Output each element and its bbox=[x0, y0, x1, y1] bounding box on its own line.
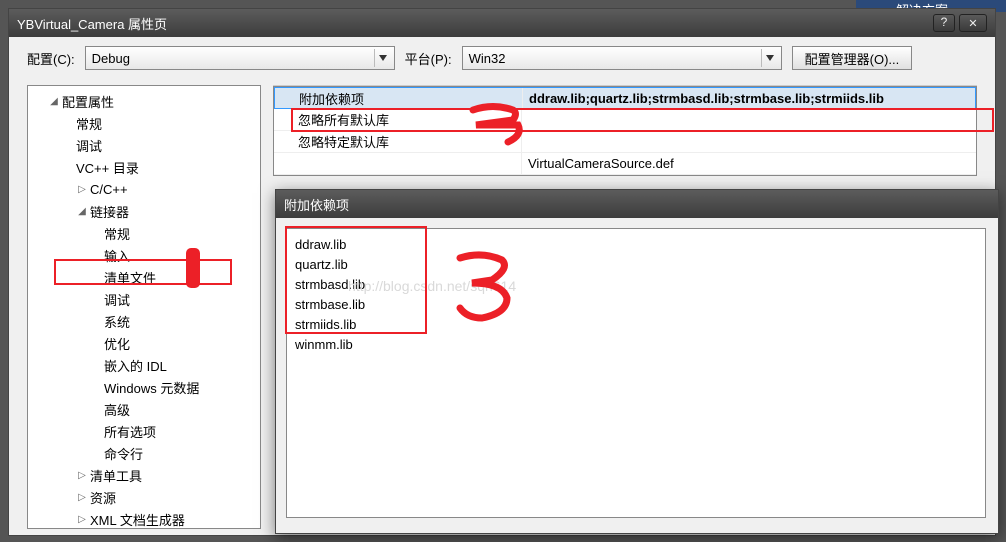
config-combo[interactable]: Debug bbox=[85, 46, 395, 70]
prop-name: 附加依赖项 bbox=[275, 88, 523, 108]
deps-listbox[interactable]: ddraw.lib quartz.lib strmbasd.lib strmba… bbox=[286, 228, 986, 518]
popup-body: ddraw.lib quartz.lib strmbasd.lib strmba… bbox=[276, 218, 998, 528]
collapse-icon: ◢ bbox=[76, 206, 88, 217]
list-item[interactable]: winmm.lib bbox=[295, 335, 977, 355]
list-item[interactable]: strmiids.lib bbox=[295, 315, 977, 335]
tree-item[interactable]: 调试 bbox=[28, 134, 260, 156]
prop-row[interactable]: 忽略所有默认库 bbox=[274, 109, 976, 131]
window-title: YBVirtual_Camera 属性页 bbox=[17, 14, 933, 33]
tree-item[interactable]: 常规 bbox=[28, 112, 260, 134]
expand-icon: ▷ bbox=[76, 492, 88, 503]
prop-row-additional-deps[interactable]: 附加依赖项 ddraw.lib;quartz.lib;strmbasd.lib;… bbox=[274, 87, 976, 109]
tree-item[interactable]: 嵌入的 IDL bbox=[28, 354, 260, 376]
tree-item[interactable]: 所有选项 bbox=[28, 420, 260, 442]
tree-item[interactable]: 高级 bbox=[28, 398, 260, 420]
tree-view[interactable]: ◢配置属性 常规 调试 VC++ 目录 ▷C/C++ ◢链接器 常规 输入 清单… bbox=[27, 85, 261, 529]
property-grid[interactable]: 附加依赖项 ddraw.lib;quartz.lib;strmbasd.lib;… bbox=[273, 86, 977, 176]
config-value: Debug bbox=[92, 51, 130, 66]
tree-item-resources[interactable]: ▷资源 bbox=[28, 486, 260, 508]
expand-icon: ▷ bbox=[76, 514, 88, 525]
prop-name bbox=[274, 153, 522, 174]
prop-row-hidden[interactable]: VirtualCameraSource.def bbox=[274, 153, 976, 175]
list-item[interactable]: ddraw.lib bbox=[295, 235, 977, 255]
prop-name: 忽略所有默认库 bbox=[274, 109, 522, 130]
tree-item-linker[interactable]: ◢链接器 bbox=[28, 200, 260, 222]
tree-item-xmldoc[interactable]: ▷XML 文档生成器 bbox=[28, 508, 260, 529]
tree-root[interactable]: ◢配置属性 bbox=[28, 90, 260, 112]
tree-item-ccpp[interactable]: ▷C/C++ bbox=[28, 178, 260, 200]
toolbar: 配置(C): Debug 平台(P): Win32 配置管理器(O)... bbox=[9, 37, 995, 79]
prop-value[interactable] bbox=[522, 131, 976, 152]
config-label: 配置(C): bbox=[27, 49, 75, 68]
tree-item-manifest[interactable]: ▷清单工具 bbox=[28, 464, 260, 486]
tree-item[interactable]: 调试 bbox=[28, 288, 260, 310]
tree-item[interactable]: 命令行 bbox=[28, 442, 260, 464]
tree-item[interactable]: 优化 bbox=[28, 332, 260, 354]
list-item[interactable]: quartz.lib bbox=[295, 255, 977, 275]
prop-value[interactable]: ddraw.lib;quartz.lib;strmbasd.lib;strmba… bbox=[523, 88, 975, 108]
tree-item-input[interactable]: 输入 bbox=[28, 244, 260, 266]
help-button[interactable]: ? bbox=[933, 14, 955, 32]
chevron-down-icon bbox=[374, 49, 392, 67]
additional-deps-dialog: 附加依赖项 ddraw.lib quartz.lib strmbasd.lib … bbox=[275, 189, 999, 534]
tree-item[interactable]: 清单文件 bbox=[28, 266, 260, 288]
prop-value[interactable]: VirtualCameraSource.def bbox=[522, 153, 976, 174]
prop-row[interactable]: 忽略特定默认库 bbox=[274, 131, 976, 153]
tree-item[interactable]: 常规 bbox=[28, 222, 260, 244]
popup-title: 附加依赖项 bbox=[284, 195, 990, 214]
prop-value[interactable] bbox=[522, 109, 976, 130]
list-item[interactable]: strmbase.lib bbox=[295, 295, 977, 315]
platform-combo[interactable]: Win32 bbox=[462, 46, 782, 70]
expand-icon: ▷ bbox=[76, 184, 88, 195]
platform-label: 平台(P): bbox=[405, 49, 452, 68]
collapse-icon: ◢ bbox=[48, 96, 60, 107]
titlebar: YBVirtual_Camera 属性页 ? ✕ bbox=[9, 9, 995, 37]
tree-item[interactable]: VC++ 目录 bbox=[28, 156, 260, 178]
tree-item[interactable]: Windows 元数据 bbox=[28, 376, 260, 398]
expand-icon: ▷ bbox=[76, 470, 88, 481]
tree-item[interactable]: 系统 bbox=[28, 310, 260, 332]
popup-titlebar: 附加依赖项 bbox=[276, 190, 998, 218]
prop-name: 忽略特定默认库 bbox=[274, 131, 522, 152]
list-item[interactable]: strmbasd.lib bbox=[295, 275, 977, 295]
close-button[interactable]: ✕ bbox=[959, 14, 987, 32]
chevron-down-icon bbox=[761, 49, 779, 67]
config-manager-button[interactable]: 配置管理器(O)... bbox=[792, 46, 913, 70]
platform-value: Win32 bbox=[469, 51, 506, 66]
